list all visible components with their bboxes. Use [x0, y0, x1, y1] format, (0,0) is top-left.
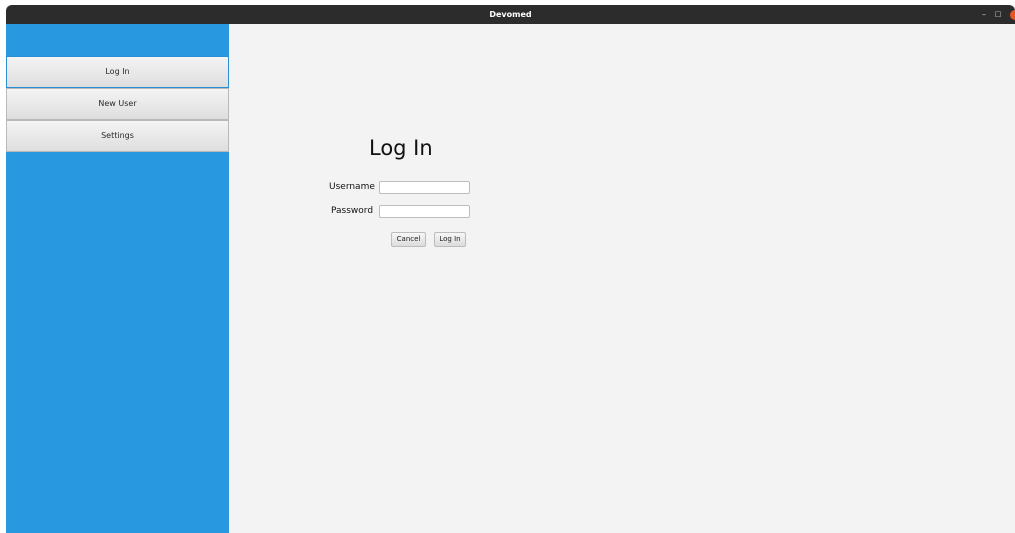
- sidebar-item-log-in[interactable]: Log In: [6, 56, 229, 88]
- sidebar-item-settings[interactable]: Settings: [6, 120, 229, 152]
- app-window: Devomed – □ Log In New User Settings Log…: [6, 5, 1015, 533]
- sidebar-item-new-user[interactable]: New User: [6, 88, 229, 120]
- log-in-button[interactable]: Log In: [434, 232, 466, 247]
- username-field[interactable]: [379, 181, 470, 194]
- password-field[interactable]: [379, 205, 470, 218]
- username-label: Username: [329, 182, 375, 192]
- sidebar: Log In New User Settings: [6, 24, 229, 533]
- password-label: Password: [331, 206, 374, 216]
- cancel-button[interactable]: Cancel: [391, 232, 426, 247]
- page-title: Log In: [369, 136, 433, 160]
- window-title: Devomed: [489, 10, 532, 19]
- maximize-button[interactable]: □: [991, 5, 1005, 24]
- minimize-button[interactable]: –: [977, 5, 991, 24]
- close-button[interactable]: [1010, 10, 1015, 20]
- main-content: Log In Username Password Cancel Log In: [229, 24, 1015, 533]
- title-bar: Devomed – □: [6, 5, 1015, 24]
